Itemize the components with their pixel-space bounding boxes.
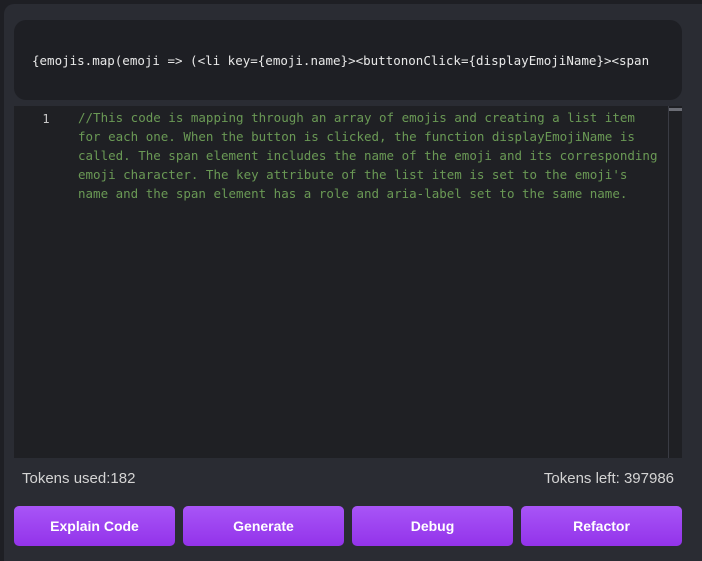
- editor-gutter: 1: [14, 106, 66, 458]
- code-input[interactable]: {emojis.map(emoji => (<li key={emoji.nam…: [14, 20, 682, 100]
- action-bar: Explain Code Generate Debug Refactor: [14, 506, 682, 546]
- explain-code-button[interactable]: Explain Code: [14, 506, 175, 546]
- generate-button[interactable]: Generate: [183, 506, 344, 546]
- editor-scrollbar[interactable]: [668, 106, 682, 458]
- debug-button[interactable]: Debug: [352, 506, 513, 546]
- tokens-left: Tokens left: 397986: [543, 470, 674, 487]
- scrollbar-thumb[interactable]: [669, 108, 682, 111]
- editor-content[interactable]: //This code is mapping through an array …: [78, 108, 662, 203]
- code-input-text[interactable]: {emojis.map(emoji => (<li key={emoji.nam…: [32, 53, 649, 68]
- code-editor[interactable]: 1 //This code is mapping through an arra…: [14, 106, 682, 458]
- refactor-button[interactable]: Refactor: [521, 506, 682, 546]
- tokens-used: Tokens used:182: [22, 470, 136, 487]
- line-number: 1: [42, 112, 50, 126]
